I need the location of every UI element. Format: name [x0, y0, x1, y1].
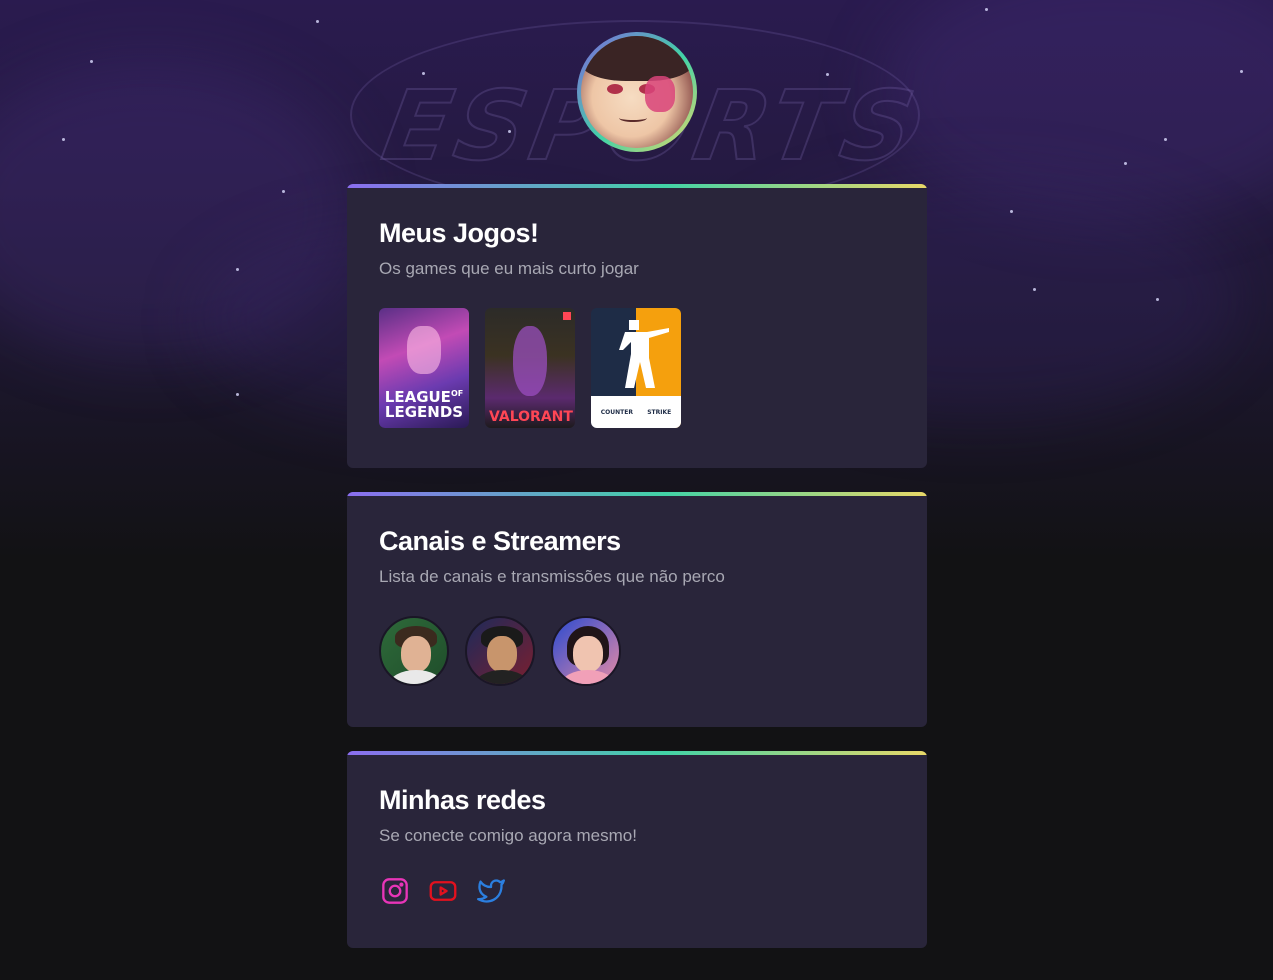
games-card: Meus Jogos! Os games que eu mais curto j…: [347, 184, 927, 468]
socials-card: Minhas redes Se conecte comigo agora mes…: [347, 751, 927, 948]
instagram-link[interactable]: [379, 875, 411, 907]
twitter-link[interactable]: [475, 875, 507, 907]
game-league-of-legends[interactable]: LEAGUEOF LEGENDS: [379, 308, 469, 428]
game-label-line2: LEGENDS: [384, 403, 464, 421]
game-valorant[interactable]: VALORANT: [485, 308, 575, 428]
socials-title: Minhas redes: [379, 785, 546, 815]
game-label-sup: OF: [450, 389, 464, 398]
streamer-avatar-1[interactable]: [379, 616, 449, 686]
socials-subtitle: Se conecte comigo agora mesmo!: [379, 826, 637, 845]
game-label: VALORANT: [489, 409, 573, 425]
streamers-card: Canais e Streamers Lista de canais e tra…: [347, 492, 927, 727]
game-label-left: COUNTER: [600, 409, 633, 416]
games-title: Meus Jogos!: [379, 218, 539, 248]
instagram-icon: [382, 878, 408, 904]
youtube-link[interactable]: [427, 875, 459, 907]
profile-avatar: [577, 32, 697, 152]
streamers-subtitle: Lista de canais e transmissões que não p…: [379, 567, 725, 586]
streamer-avatar-2[interactable]: [465, 616, 535, 686]
avatar-image: [581, 36, 693, 148]
game-label-right: STRIKE: [647, 409, 672, 416]
game-counter-strike[interactable]: COUNTER STRIKE: [591, 308, 681, 428]
twitter-icon: [477, 879, 505, 903]
youtube-icon: [429, 881, 457, 901]
streamers-title: Canais e Streamers: [379, 526, 621, 556]
streamer-avatar-3[interactable]: [551, 616, 621, 686]
games-subtitle: Os games que eu mais curto jogar: [379, 259, 639, 278]
